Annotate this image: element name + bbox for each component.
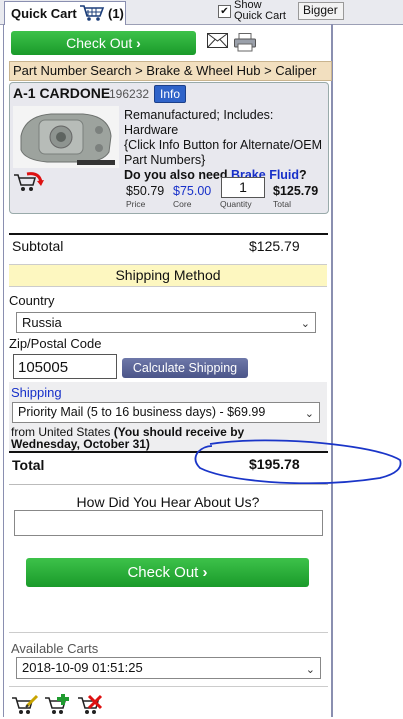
subtotal-value: $125.79 [249,238,300,254]
question-suffix: ? [299,168,307,182]
info-button[interactable]: Info [154,85,186,103]
item-desc-line-3: Part Numbers} [124,153,206,167]
shipping-value: Priority Mail (5 to 16 business days) - … [18,405,266,419]
divider [9,686,328,687]
zip-label: Zip/Postal Code [9,336,102,351]
checkout-label: Check Out [66,35,133,51]
shipping-method-header: Shipping Method [9,264,327,287]
item-quantity-label: Quantity [220,199,252,209]
total-label: Total [12,457,45,473]
bigger-button[interactable]: Bigger [298,2,344,20]
hear-about-label: How Did You Hear About Us? [76,494,260,510]
caliper-photo [13,106,119,168]
delete-cart-icon[interactable] [77,694,105,719]
available-carts-value: 2018-10-09 01:51:25 [22,660,143,675]
item-desc-line-1: Remanufactured; Includes: Hardware [124,108,274,137]
subtotal-label: Subtotal [12,238,64,254]
shopping-cart-icon [79,4,105,25]
show-quick-cart-checkbox[interactable]: ✔ [218,5,231,18]
country-label: Country [9,293,55,308]
tab-quick-cart[interactable]: Quick Cart (1) [4,1,126,25]
item-part-number: 196232 [109,87,150,101]
print-icon[interactable] [234,33,256,55]
item-description: Remanufactured; Includes: Hardware {Clic… [124,108,329,183]
checkout-label: Check Out [127,564,199,581]
calculate-shipping-button[interactable]: Calculate Shipping [122,358,248,378]
cart-count: (1) [108,6,124,21]
rename-cart-icon[interactable] [11,694,39,719]
show-quick-cart-label-2: Quick Cart [234,10,286,22]
divider [9,233,328,235]
checkout-button-top[interactable]: Check Out › [11,31,196,55]
item-total-label: Total [273,199,291,209]
frame-right-border [331,24,333,717]
email-icon[interactable] [207,33,228,51]
checkout-button-bottom[interactable]: Check Out › [26,558,309,587]
item-core: $75.00 [173,184,212,198]
chevron-down-icon: ⌄ [304,408,314,420]
chevron-right-icon: › [202,564,208,581]
item-core-label: Core [173,199,192,209]
shipping-select[interactable]: Priority Mail (5 to 16 business days) - … [12,402,320,423]
zip-input[interactable]: 105005 [13,354,117,379]
quantity-input[interactable]: 1 [221,177,265,198]
divider [9,484,328,485]
item-price: $50.79 [126,184,165,198]
chevron-right-icon: › [136,35,141,51]
chevron-down-icon: ⌄ [300,318,310,330]
item-desc-line-2: {Click Info Button for Alternate/OEM [124,138,323,152]
remove-from-cart-icon[interactable] [13,172,45,197]
country-value: Russia [22,315,62,330]
shipping-label: Shipping [11,385,62,400]
available-carts-select[interactable]: 2018-10-09 01:51:25 ⌄ [16,657,321,679]
new-cart-icon[interactable] [44,693,72,719]
item-brand: A-1 CARDONE [13,85,111,101]
delivery-date-2: Wednesday, October 31) [11,437,150,451]
question-prefix: Do you also need [124,168,231,182]
item-total: $125.79 [273,184,319,198]
available-carts-label: Available Carts [11,641,99,656]
frame-left-border [3,24,4,717]
tab-quick-cart-label: Quick Cart [11,6,77,21]
divider [9,632,328,633]
breadcrumb[interactable]: Part Number Search > Brake & Wheel Hub >… [9,61,332,81]
country-select[interactable]: Russia ⌄ [16,312,316,333]
hear-about-input[interactable] [14,510,323,536]
chevron-down-icon: ⌄ [305,664,315,676]
item-price-label: Price [126,199,146,209]
